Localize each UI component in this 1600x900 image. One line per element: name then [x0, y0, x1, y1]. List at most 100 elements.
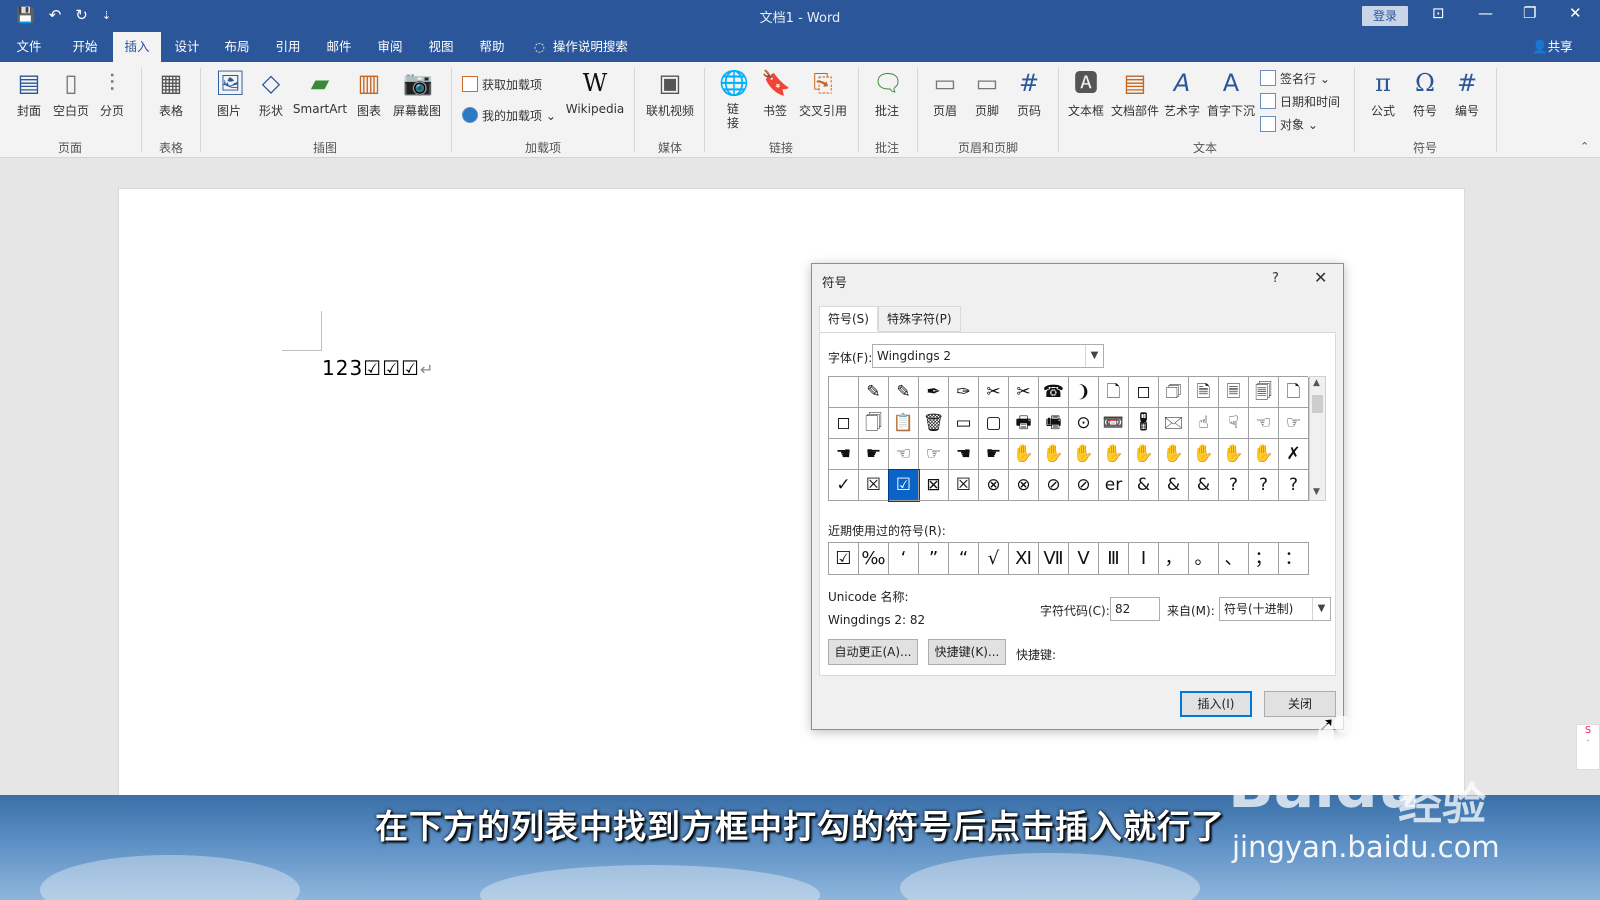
recent-symbol-cell[interactable]: ；: [1249, 543, 1279, 575]
symbol-cell[interactable]: 📋: [889, 408, 919, 439]
online-video-button[interactable]: ▣ 联机视频: [642, 68, 698, 119]
symbol-cell[interactable]: ☜: [1249, 408, 1279, 439]
symbol-cell[interactable]: ☒: [949, 470, 979, 501]
symbol-cell[interactable]: ☎: [1039, 377, 1069, 408]
symbol-cell[interactable]: ✒: [919, 377, 949, 408]
tab-layout[interactable]: 布局: [216, 32, 258, 62]
symbol-cell[interactable]: 🗑: [919, 408, 949, 439]
tell-me-search[interactable]: ◌ 操作说明搜索: [534, 32, 628, 62]
recent-symbol-cell[interactable]: Ⅴ: [1069, 543, 1099, 575]
shapes-button[interactable]: ◇ 形状: [254, 68, 288, 119]
symbol-cell[interactable]: ✋: [1039, 439, 1069, 470]
symbol-cell[interactable]: ☜: [889, 439, 919, 470]
symbol-grid-scrollbar[interactable]: ▲ ▼: [1309, 376, 1326, 501]
symbol-cell[interactable]: ⊘: [1039, 470, 1069, 501]
symbol-cell[interactable]: 🗋: [1279, 377, 1309, 408]
symbol-cell[interactable]: 🗐: [1249, 377, 1279, 408]
recent-symbol-cell[interactable]: Ⅲ: [1099, 543, 1129, 575]
symbol-cell[interactable]: ✋: [1129, 439, 1159, 470]
tab-references[interactable]: 引用: [267, 32, 309, 62]
tab-symbols[interactable]: 符号(S): [819, 306, 878, 332]
symbol-cell[interactable]: ✂: [979, 377, 1009, 408]
insert-button[interactable]: 插入(I): [1180, 691, 1252, 717]
page-break-button[interactable]: ⫶ 分页: [96, 68, 128, 119]
symbol-cell[interactable]: ⊘: [1069, 470, 1099, 501]
symbol-cell[interactable]: 🖂: [1159, 408, 1189, 439]
recent-symbol-cell[interactable]: 。: [1189, 543, 1219, 575]
document-text[interactable]: 123☑☑☑↵: [322, 356, 434, 380]
help-icon[interactable]: ?: [1272, 271, 1279, 286]
symbol-cell[interactable]: 🗇: [1159, 377, 1189, 408]
minimize-icon[interactable]: —: [1478, 4, 1493, 22]
cross-reference-button[interactable]: ⎘ 交叉引用: [796, 68, 850, 119]
symbol-cell[interactable]: ☚: [829, 439, 859, 470]
symbol-cell[interactable]: ✂: [1009, 377, 1039, 408]
shortcut-key-button[interactable]: 快捷键(K)...: [928, 639, 1006, 665]
symbol-cell[interactable]: ◻: [829, 408, 859, 439]
chart-button[interactable]: ▥ 图表: [352, 68, 386, 119]
drop-cap-button[interactable]: A 首字下沉: [1204, 68, 1258, 119]
ribbon-display-icon[interactable]: ⊡: [1432, 4, 1445, 22]
symbol-cell[interactable]: ☞: [919, 439, 949, 470]
comment-button[interactable]: 🗨 批注: [868, 68, 906, 119]
symbol-cell[interactable]: [829, 377, 859, 408]
recent-symbol-cell[interactable]: “: [949, 543, 979, 575]
symbol-cell[interactable]: ?: [1249, 470, 1279, 501]
symbol-cell[interactable]: ⊠: [919, 470, 949, 501]
symbol-cell[interactable]: ✋: [1069, 439, 1099, 470]
symbol-cell[interactable]: 🖶: [1009, 408, 1039, 439]
symbol-cell[interactable]: &: [1189, 470, 1219, 501]
tab-file[interactable]: 文件: [10, 32, 48, 62]
scroll-thumb[interactable]: [1312, 395, 1323, 413]
recent-symbol-cell[interactable]: ：: [1279, 543, 1309, 575]
tab-review[interactable]: 审阅: [369, 32, 411, 62]
maximize-icon[interactable]: ❐: [1523, 4, 1536, 22]
symbol-cell[interactable]: &: [1159, 470, 1189, 501]
wikipedia-button[interactable]: W Wikipedia: [564, 68, 626, 116]
recent-symbol-cell[interactable]: ‰: [859, 543, 889, 575]
symbol-cell[interactable]: ☛: [979, 439, 1009, 470]
symbol-cell[interactable]: 📼: [1099, 408, 1129, 439]
link-button[interactable]: 🌐 链接: [716, 68, 750, 130]
tab-mailings[interactable]: 邮件: [318, 32, 360, 62]
recent-symbol-cell[interactable]: ‘: [889, 543, 919, 575]
header-button[interactable]: ▭ 页眉: [928, 68, 962, 119]
symbol-cell[interactable]: &: [1129, 470, 1159, 501]
symbol-cell[interactable]: ✋: [1159, 439, 1189, 470]
wordart-button[interactable]: A 艺术字: [1162, 68, 1202, 119]
get-addins-button[interactable]: 获取加载项: [462, 76, 542, 93]
smartart-button[interactable]: ▰ SmartArt: [292, 68, 348, 116]
recent-symbol-cell[interactable]: Ⅰ: [1129, 543, 1159, 575]
symbol-cell[interactable]: ✗: [1279, 439, 1309, 470]
chevron-down-icon[interactable]: ▼: [1085, 345, 1103, 367]
symbol-cell[interactable]: er: [1099, 470, 1129, 501]
symbol-cell[interactable]: ✋: [1219, 439, 1249, 470]
symbol-cell[interactable]: 🗍: [859, 408, 889, 439]
tab-view[interactable]: 视图: [420, 32, 462, 62]
scroll-up-icon[interactable]: ▲: [1313, 378, 1320, 388]
recent-symbol-cell[interactable]: 、: [1219, 543, 1249, 575]
symbol-cell[interactable]: ⊙: [1069, 408, 1099, 439]
symbol-button[interactable]: Ω 符号: [1408, 68, 1442, 119]
char-code-input[interactable]: 82: [1110, 597, 1160, 621]
cover-page-button[interactable]: ▤ 封面: [14, 68, 44, 119]
collapse-ribbon-icon[interactable]: ⌃: [1580, 140, 1589, 153]
symbol-cell[interactable]: ⊗: [1009, 470, 1039, 501]
symbol-cell[interactable]: ◻: [1129, 377, 1159, 408]
close-window-icon[interactable]: ✕: [1569, 4, 1582, 22]
recent-symbol-cell[interactable]: ”: [919, 543, 949, 575]
number-button[interactable]: # 编号: [1450, 68, 1484, 119]
close-icon[interactable]: ✕: [1314, 268, 1327, 287]
ime-toolbar-icon[interactable]: S ·: [1576, 724, 1600, 770]
login-button[interactable]: 登录: [1362, 6, 1408, 26]
symbol-cell[interactable]: ☛: [859, 439, 889, 470]
picture-button[interactable]: 🖼 图片: [212, 68, 246, 119]
symbol-cell[interactable]: ?: [1279, 470, 1309, 501]
symbol-cell[interactable]: 🗋: [1099, 377, 1129, 408]
symbol-cell[interactable]: ✓: [829, 470, 859, 501]
tab-help[interactable]: 帮助: [471, 32, 513, 62]
symbol-cell[interactable]: ✎: [889, 377, 919, 408]
tab-design[interactable]: 设计: [166, 32, 208, 62]
symbol-cell[interactable]: ✋: [1189, 439, 1219, 470]
symbol-cell[interactable]: ☚: [949, 439, 979, 470]
